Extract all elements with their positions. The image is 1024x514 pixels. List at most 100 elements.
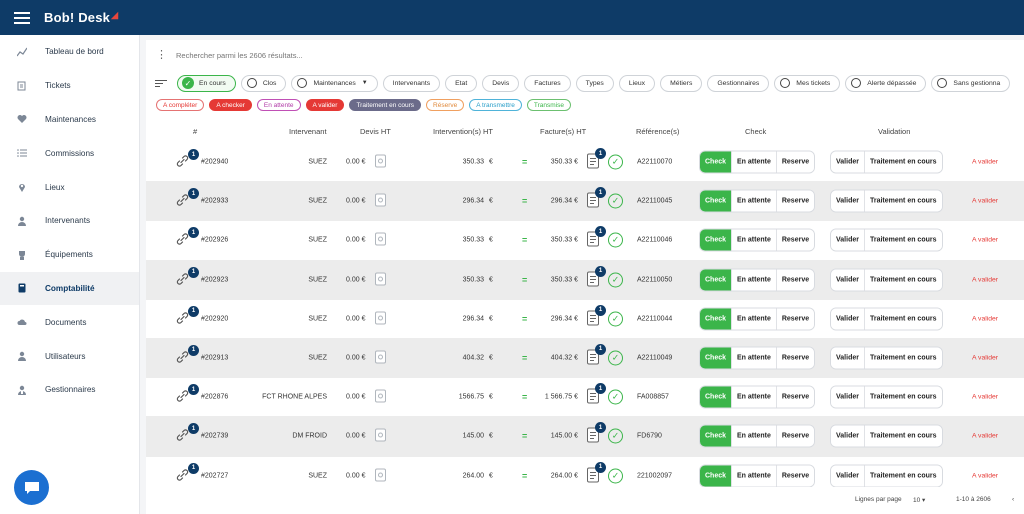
ticket-id[interactable]: #202739 (201, 433, 228, 440)
ticket-id[interactable]: #202727 (201, 472, 228, 479)
quote-doc-icon[interactable] (375, 193, 386, 209)
rows-per-page-select[interactable]: 10 ▾ (913, 496, 925, 504)
filter-chip-gestionnaires[interactable]: Gestionnaires (707, 74, 770, 92)
filter-chip-factures[interactable]: Factures (524, 74, 571, 92)
ticket-id[interactable]: #202923 (201, 276, 228, 283)
check-button[interactable]: Check (700, 386, 733, 408)
filter-chip-devis[interactable]: Devis (482, 74, 520, 92)
quote-doc-icon[interactable] (375, 272, 386, 287)
en-attente-button[interactable]: En attente (732, 386, 777, 408)
status-pill-traitement-en-cours[interactable]: Traitement en cours (349, 99, 422, 111)
check-button[interactable]: Check (700, 308, 733, 330)
valider-button[interactable]: Valider (831, 347, 865, 369)
table-row[interactable]: 1 #202739 DM FROID 0.00 €145.00 € = 145.00 €1 ✓… (146, 417, 1024, 457)
status-pill-a-checker[interactable]: A checker (209, 99, 252, 111)
quote-doc-icon[interactable] (375, 350, 386, 366)
sidebar-item-intervenants[interactable]: Intervenants (0, 204, 139, 238)
traitement-en-cours-button[interactable]: Traitement en cours (864, 425, 942, 447)
status-pill-transmise[interactable]: Transmise (526, 99, 571, 111)
quote-doc-icon[interactable] (375, 311, 386, 326)
filter-chip-lieux[interactable]: Lieux (618, 74, 656, 92)
quote-doc-icon[interactable] (375, 428, 386, 444)
valider-button[interactable]: Valider (831, 465, 865, 487)
reserve-button[interactable]: Reserve (776, 190, 815, 212)
valider-button[interactable]: Valider (831, 425, 865, 447)
sidebar-item-utilisateurs[interactable]: Utilisateurs (0, 339, 139, 373)
table-row[interactable]: 1 #202926 SUEZ 0.00 €350.33 € = 350.33 €1 ✓ A221… (146, 221, 1024, 261)
table-row[interactable]: 1 #202933 SUEZ 0.00 €296.34 € = 296.34 €1 ✓ A221… (146, 182, 1024, 222)
check-button[interactable]: Check (700, 269, 733, 291)
sort-icon[interactable] (155, 78, 167, 89)
table-row[interactable]: 1 #202920 SUEZ 0.00 €296.34 € = 296.34 €1 ✓ A221… (146, 300, 1024, 339)
quote-doc-icon[interactable] (375, 389, 386, 405)
pagination-prev-icon[interactable]: ‹ (1012, 496, 1014, 503)
traitement-en-cours-button[interactable]: Traitement en cours (864, 151, 942, 173)
traitement-en-cours-button[interactable]: Traitement en cours (864, 190, 942, 212)
valider-button[interactable]: Valider (831, 269, 865, 291)
quote-doc-icon[interactable] (375, 232, 386, 248)
reserve-button[interactable]: Reserve (776, 229, 815, 251)
valider-button[interactable]: Valider (831, 190, 865, 212)
check-button[interactable]: Check (700, 465, 733, 487)
brand-logo[interactable]: Bob! Desk◢ (44, 10, 118, 25)
sidebar-item-equipements[interactable]: Équipements (0, 238, 139, 272)
sidebar-item-documents[interactable]: Documents (0, 305, 139, 339)
en-attente-button[interactable]: En attente (732, 308, 777, 330)
filter-chip-clos[interactable]: Clos (240, 74, 287, 92)
traitement-en-cours-button[interactable]: Traitement en cours (864, 308, 942, 330)
en-attente-button[interactable]: En attente (732, 465, 777, 487)
reserve-button[interactable]: Reserve (776, 347, 815, 369)
ticket-id[interactable]: #202940 (201, 159, 228, 166)
status-pill-a-completer[interactable]: A compléter (156, 99, 205, 111)
traitement-en-cours-button[interactable]: Traitement en cours (864, 269, 942, 291)
status-pill-en-attente[interactable]: En attente (256, 99, 301, 111)
filter-chip-types[interactable]: Types (575, 74, 614, 92)
sidebar-item-commissions[interactable]: Commissions (0, 136, 139, 170)
traitement-en-cours-button[interactable]: Traitement en cours (864, 465, 942, 487)
menu-icon[interactable] (14, 9, 30, 27)
table-row[interactable]: 1 #202876 FCT RHONE ALPES 0.00 €1566.75 € = 1 … (146, 378, 1024, 418)
table-row[interactable]: 1 #202913 SUEZ 0.00 €404.32 € = 404.32 €1 ✓ A221… (146, 338, 1024, 379)
sidebar-item-gestionnaires[interactable]: Gestionnaires (0, 373, 139, 407)
ticket-id[interactable]: #202920 (201, 315, 228, 322)
ticket-id[interactable]: #202926 (201, 237, 228, 244)
filter-chip-intervenants[interactable]: Intervenants (382, 74, 441, 92)
reserve-button[interactable]: Reserve (776, 425, 815, 447)
ticket-id[interactable]: #202933 (201, 198, 228, 205)
ticket-id[interactable]: #202876 (201, 394, 228, 401)
chat-button[interactable] (14, 470, 49, 505)
reserve-button[interactable]: Reserve (776, 465, 815, 487)
status-pill-a-transmettre[interactable]: A transmettre (469, 99, 522, 111)
check-button[interactable]: Check (700, 425, 733, 447)
quote-doc-icon[interactable] (375, 154, 386, 170)
en-attente-button[interactable]: En attente (732, 425, 777, 447)
en-attente-button[interactable]: En attente (732, 190, 777, 212)
traitement-en-cours-button[interactable]: Traitement en cours (864, 386, 942, 408)
valider-button[interactable]: Valider (831, 229, 865, 251)
traitement-en-cours-button[interactable]: Traitement en cours (864, 229, 942, 251)
ticket-id[interactable]: #202913 (201, 355, 228, 362)
check-button[interactable]: Check (700, 229, 733, 251)
filter-chip-mes-tickets[interactable]: Mes tickets (774, 74, 841, 92)
status-pill-a-valider[interactable]: A valider (305, 99, 345, 111)
reserve-button[interactable]: Reserve (776, 386, 815, 408)
sidebar-item-tickets[interactable]: Tickets (0, 69, 139, 103)
kebab-menu-icon[interactable]: ⋮ (156, 49, 167, 61)
en-attente-button[interactable]: En attente (732, 229, 777, 251)
en-attente-button[interactable]: En attente (732, 151, 777, 173)
table-row[interactable]: 1 #202923 SUEZ 0.00 €350.33 € = 350.33 €1 ✓ A221… (146, 260, 1024, 300)
traitement-en-cours-button[interactable]: Traitement en cours (864, 347, 942, 369)
search-input[interactable] (176, 50, 476, 60)
check-button[interactable]: Check (700, 190, 733, 212)
reserve-button[interactable]: Reserve (776, 151, 815, 173)
filter-chip-alerte-depassee[interactable]: Alerte dépassée (845, 74, 927, 92)
reserve-button[interactable]: Reserve (776, 269, 815, 291)
sidebar-item-maintenances[interactable]: Maintenances (0, 103, 139, 137)
check-button[interactable]: Check (700, 347, 733, 369)
filter-chip-metiers[interactable]: Métiers (660, 74, 703, 92)
sidebar-item-comptabilite[interactable]: Comptabilité (0, 271, 139, 306)
reserve-button[interactable]: Reserve (776, 308, 815, 330)
status-pill-reserve[interactable]: Réserve (426, 99, 465, 111)
en-attente-button[interactable]: En attente (732, 269, 777, 291)
quote-doc-icon[interactable] (375, 468, 386, 483)
